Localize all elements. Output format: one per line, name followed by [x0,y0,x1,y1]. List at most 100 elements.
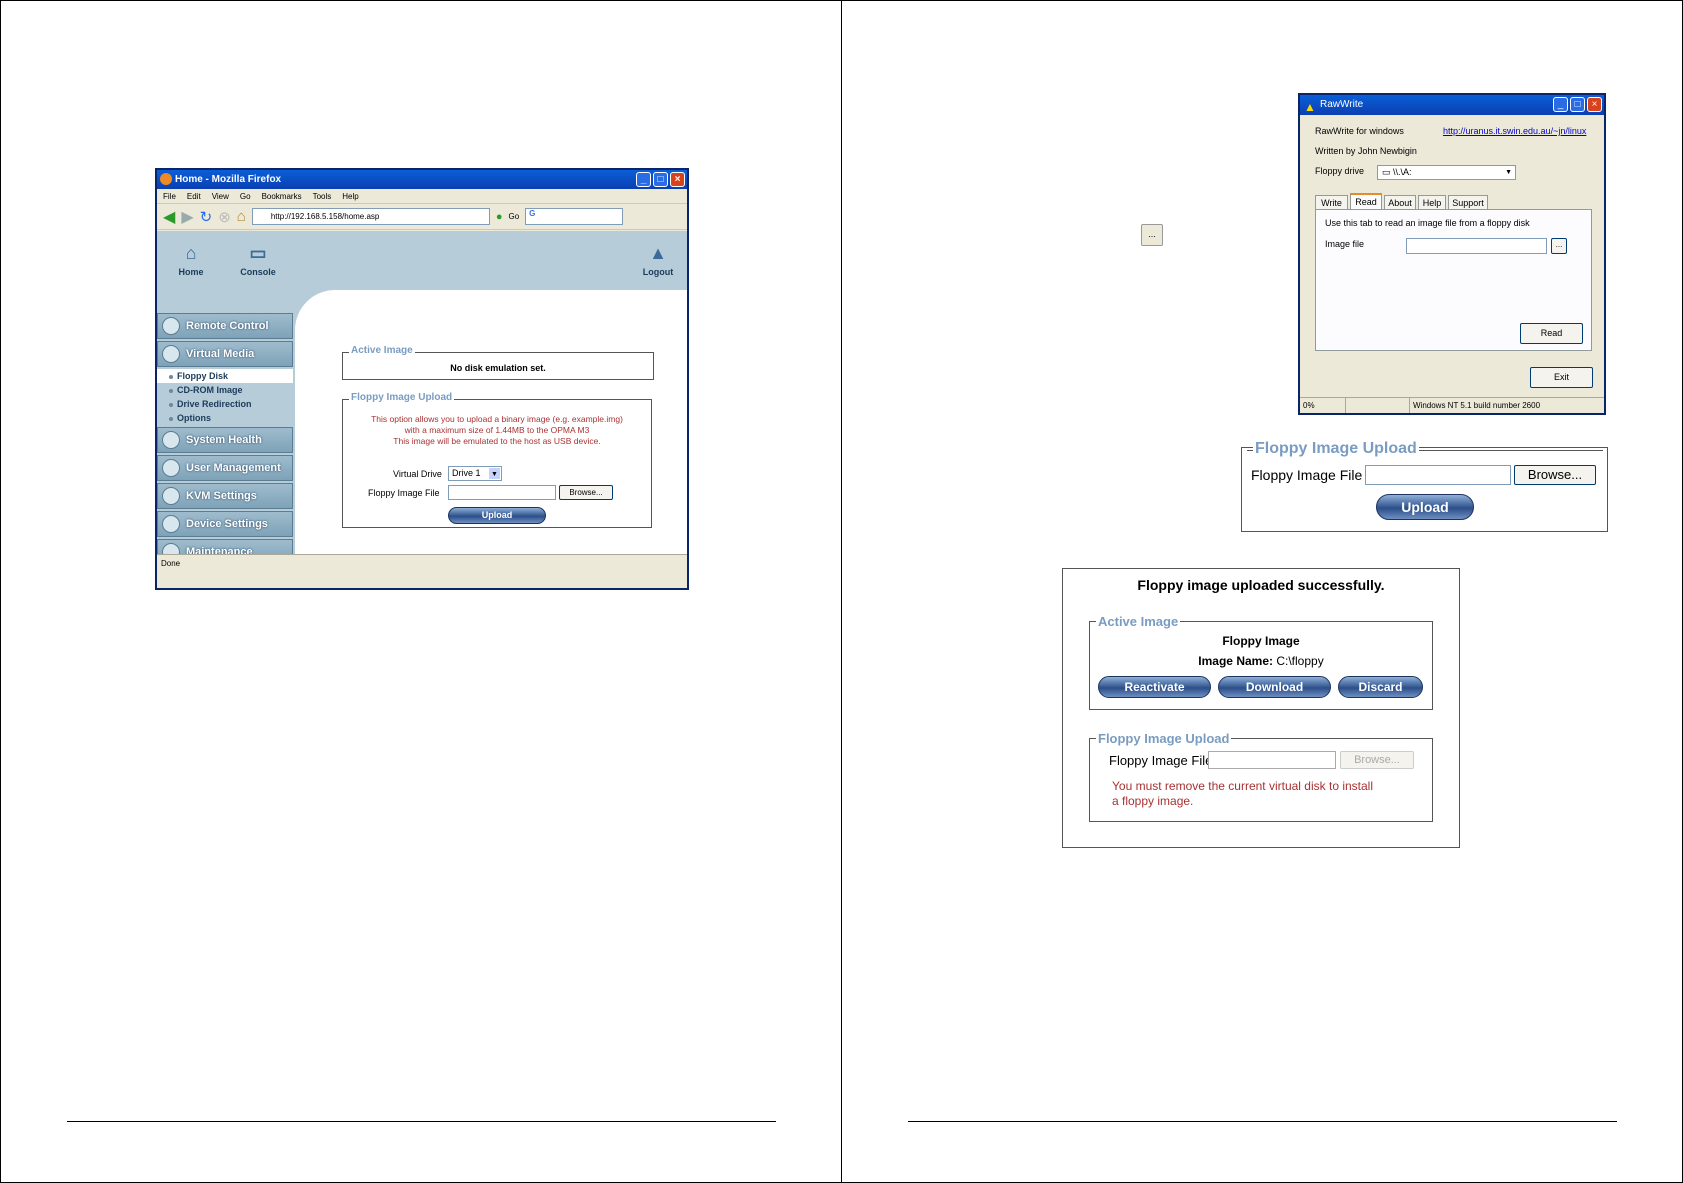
menu-view[interactable]: View [212,189,229,203]
reload-icon[interactable]: ↻ [200,208,213,226]
close-icon[interactable]: × [1587,97,1602,112]
menu-edit[interactable]: Edit [187,189,201,203]
image-file-browse-button[interactable]: ... [1551,238,1567,254]
sidebar-sub-floppy-disk[interactable]: Floppy Disk [157,369,293,383]
zoom-file-input[interactable] [1365,465,1511,485]
sidebar-sub-drive-redirection[interactable]: Drive Redirection [157,397,293,411]
ellipsis-button[interactable]: ... [1141,224,1163,246]
menu-tools[interactable]: Tools [313,189,332,203]
close-icon[interactable]: × [670,172,685,187]
status-os: Windows NT 5.1 build number 2600 [1413,401,1541,410]
home-nav-label: Home [178,267,204,277]
success-upload-fieldset: Floppy Image Upload Floppy Image File Br… [1089,731,1433,822]
tab-about[interactable]: About [1384,195,1416,210]
zoom-upload-legend: Floppy Image Upload [1253,440,1419,458]
penguin-icon: ▲ [1304,100,1316,114]
success-warning: You must remove the current virtual disk… [1112,779,1373,809]
active-image-legend: Active Image [349,345,415,356]
menu-help[interactable]: Help [342,189,358,203]
sidebar-sub-cdrom-image[interactable]: CD-ROM Image [157,383,293,397]
tab-write[interactable]: Write [1315,195,1348,210]
image-file-input[interactable] [1406,238,1547,254]
floppy-drive-value: \\.\A: [1393,167,1412,177]
warning-line: a floppy image. [1112,794,1194,808]
console-nav-label: Console [240,267,276,277]
upload-button[interactable]: Upload [448,507,546,524]
success-active-fieldset: Active Image Floppy Image Image Name: C:… [1089,614,1433,710]
minimize-icon[interactable]: _ [636,172,651,187]
image-name-label: Image Name: [1198,654,1273,668]
monitor-icon: ▭ [249,243,267,263]
url-bar[interactable]: http://192.168.5.158/home.asp [251,208,490,225]
search-box[interactable]: G [525,208,624,225]
sidebar-item-remote-control[interactable]: Remote Control [157,313,293,339]
success-heading: Floppy image uploaded successfully. [1137,577,1385,593]
sidebar-item-system-health[interactable]: System Health [157,427,293,453]
home-icon[interactable]: ⌂ [237,208,246,225]
kvm-header: ⌂ Home ▭ Console ▲ Logout [157,231,687,290]
success-upload-legend: Floppy Image Upload [1096,731,1232,746]
sidebar-item-user-management[interactable]: User Management [157,455,293,481]
floppy-drive-select[interactable]: ▭ \\.\A: ▼ [1377,165,1516,180]
reactivate-button[interactable]: Reactivate [1098,676,1211,698]
tab-help[interactable]: Help [1418,195,1446,210]
status-blank [1346,398,1410,413]
console-nav-button[interactable]: ▭ Console [235,243,281,277]
sidebar-item-device-settings[interactable]: Device Settings [157,511,293,537]
no-emulation-text: No disk emulation set. [450,363,546,373]
success-file-input[interactable] [1208,751,1336,769]
firefox-titlebar: Home - Mozilla Firefox _ □ × [157,170,687,189]
forward-icon[interactable]: ▶ [181,207,193,227]
rawwrite-link[interactable]: http://uranus.it.swin.edu.au/~jn/linux [1443,126,1586,136]
logout-nav-button[interactable]: ▲ Logout [637,243,679,277]
chevron-down-icon: ▼ [1505,169,1512,176]
remote-control-icon [162,317,180,335]
house-icon: ⌂ [185,243,197,263]
discard-button[interactable]: Discard [1338,676,1423,698]
go-label[interactable]: Go [509,212,520,221]
sidebar-item-kvm-settings[interactable]: KVM Settings [157,483,293,509]
go-icon[interactable]: ● [496,211,503,223]
maximize-icon[interactable]: □ [1570,97,1585,112]
browse-button[interactable]: Browse... [559,485,613,500]
read-tab-panel: Use this tab to read an image file from … [1315,209,1592,351]
left-footer-rule [67,1121,776,1122]
back-icon[interactable]: ◀ [163,207,175,227]
stop-icon[interactable]: ⊗ [218,208,231,226]
image-name-row: Image Name: C:\floppy [1090,654,1432,668]
floppy-upload-legend: Floppy Image Upload [349,392,455,403]
tab-read[interactable]: Read [1350,193,1382,210]
download-button[interactable]: Download [1218,676,1331,698]
read-button[interactable]: Read [1520,323,1583,344]
exit-button[interactable]: Exit [1530,367,1593,388]
success-active-legend: Active Image [1096,614,1181,629]
upload-info-line: with a maximum size of 1.44MB to the OPM… [404,425,590,435]
sidebar-item-label: System Health [186,434,262,446]
rawwrite-line2: Written by John Newbigin [1315,146,1417,156]
navigation-toolbar: ◀ ▶ ↻ ⊗ ⌂ http://192.168.5.158/home.asp … [157,204,687,230]
sidebar-sub-options[interactable]: Options [157,411,293,425]
minimize-icon[interactable]: _ [1553,97,1568,112]
kvm-icon [162,487,180,505]
home-nav-button[interactable]: ⌂ Home [171,243,211,277]
menu-go[interactable]: Go [240,189,251,203]
menu-file[interactable]: File [163,189,176,203]
active-image-fieldset: Active Image No disk emulation set. [342,345,654,380]
zoom-upload-fieldset: Floppy Image Upload Floppy Image File Br… [1247,440,1603,528]
menu-bookmarks[interactable]: Bookmarks [262,189,302,203]
firefox-window-title: Home - Mozilla Firefox [175,174,282,185]
maximize-icon[interactable]: □ [653,172,668,187]
floppy-file-input[interactable] [448,485,556,500]
tab-support[interactable]: Support [1448,195,1488,210]
sidebar-item-virtual-media[interactable]: Virtual Media [157,341,293,367]
status-bar: Done [157,554,687,572]
success-file-label: Floppy Image File [1109,753,1213,768]
virtual-drive-label: Virtual Drive [393,469,442,479]
logout-nav-label: Logout [642,267,674,277]
zoom-upload-button[interactable]: Upload [1376,494,1474,520]
sidebar-item-label: Remote Control [186,320,269,332]
floppy-drive-label: Floppy drive [1315,166,1365,176]
success-browse-button[interactable]: Browse... [1340,751,1414,769]
zoom-browse-button[interactable]: Browse... [1514,465,1596,485]
virtual-drive-select[interactable]: Drive 1 ▼ [448,466,502,481]
